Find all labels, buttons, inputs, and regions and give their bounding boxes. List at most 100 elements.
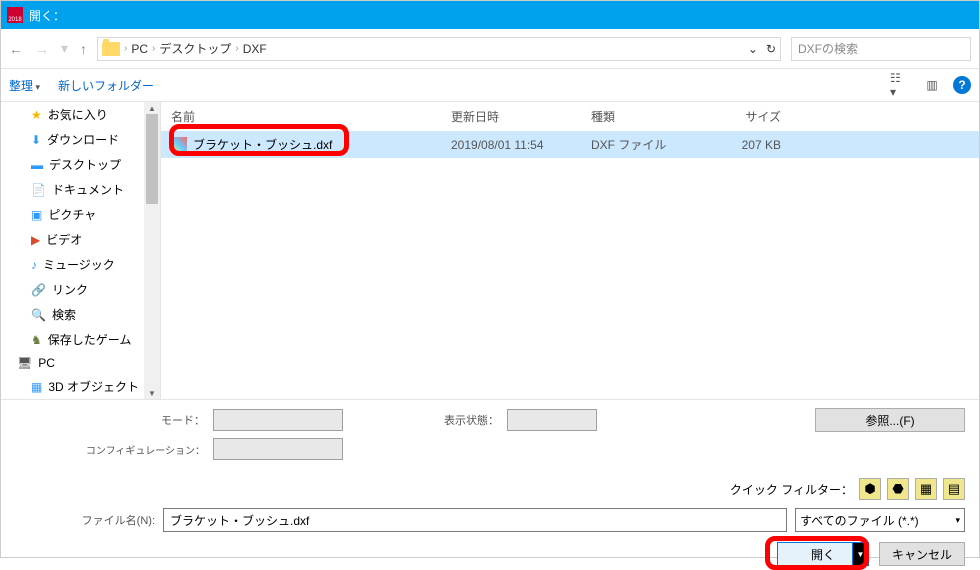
- column-headers[interactable]: 名前 更新日時 種類 サイズ: [161, 102, 979, 131]
- sidebar-item[interactable]: ▣ ピクチャ: [1, 202, 160, 227]
- search-placeholder: DXFの検索: [798, 40, 858, 57]
- nav-buttons: ← → ▾ ↑: [9, 40, 87, 57]
- chevron-right-icon: ›: [152, 43, 155, 54]
- reference-button[interactable]: 参照...(F): [815, 408, 965, 432]
- organize-button[interactable]: 整理: [9, 77, 40, 94]
- sidebar-item[interactable]: ▬ デスクトップ: [1, 152, 160, 177]
- sidebar-item[interactable]: ♪ ミュージック: [1, 252, 160, 277]
- titlebar: 2018 開く：: [1, 1, 979, 29]
- sidebar-item-label: 保存したゲーム: [48, 331, 132, 348]
- sidebar-icon: ★: [31, 108, 42, 122]
- sidebar-item-label: ダウンロード: [47, 131, 119, 148]
- window-title: 開く：: [29, 7, 65, 24]
- sidebar-item-label: お気に入り: [48, 106, 108, 123]
- chevron-down-icon[interactable]: ⌄: [748, 42, 758, 56]
- sidebar-icon: ▣: [31, 208, 42, 222]
- scroll-up-icon[interactable]: ▲: [144, 102, 160, 114]
- forward-icon[interactable]: →: [35, 41, 49, 57]
- sidebar-item[interactable]: ▶ ビデオ: [1, 227, 160, 252]
- sidebar-icon: 🔗: [31, 283, 46, 297]
- sidebar-item-label: ミュージック: [43, 256, 115, 273]
- pc-icon: 🖥: [17, 356, 32, 370]
- sidebar-item-label: 検索: [52, 306, 76, 323]
- file-row[interactable]: ブラケット・ブッシュ.dxf 2019/08/01 11:54 DXF ファイル…: [161, 131, 979, 158]
- dxf-file-icon: [171, 137, 187, 153]
- sidebar-item[interactable]: ★ お気に入り: [1, 102, 160, 127]
- refresh-icon[interactable]: ↻: [766, 42, 776, 56]
- display-state-select[interactable]: [507, 409, 597, 431]
- sidebar-item-label: PC: [38, 356, 55, 370]
- quick-filter-label: クイック フィルター：: [730, 481, 853, 498]
- sidebar-item-label: デスクトップ: [49, 156, 121, 173]
- file-type: DXF ファイル: [591, 136, 691, 153]
- sidebar-item-label: ドキュメント: [52, 181, 124, 198]
- sidebar-icon: ♞: [31, 333, 42, 347]
- filename-input[interactable]: [163, 508, 787, 532]
- sidebar-item-label: ビデオ: [46, 231, 82, 248]
- breadcrumb-part[interactable]: デスクトップ: [159, 40, 231, 57]
- sidebar-item-label: ピクチャ: [48, 206, 96, 223]
- folder-icon: [102, 42, 120, 56]
- open-dropdown-icon[interactable]: ▼: [852, 543, 868, 565]
- sidebar-scrollbar[interactable]: ▲ ▼: [144, 102, 160, 399]
- recent-dropdown-icon[interactable]: ▾: [61, 40, 68, 57]
- scrollbar-thumb[interactable]: [146, 114, 158, 204]
- chevron-right-icon: ›: [124, 43, 127, 54]
- open-button[interactable]: 開く ▼: [777, 542, 869, 566]
- chevron-right-icon: ›: [235, 43, 238, 54]
- mode-select[interactable]: [213, 409, 343, 431]
- file-size: 207 KB: [691, 138, 781, 152]
- search-input[interactable]: DXFの検索: [791, 37, 971, 61]
- quick-filter-icon-4[interactable]: ▤: [943, 478, 965, 500]
- navbar: ← → ▾ ↑ › PC › デスクトップ › DXF ⌄ ↻ DXFの検索: [1, 29, 979, 69]
- breadcrumb[interactable]: › PC › デスクトップ › DXF ⌄ ↻: [97, 37, 781, 61]
- sidebar-icon: ▶: [31, 233, 40, 247]
- toolbar: 整理 新しいフォルダー ☷ ▾ ▥ ?: [1, 69, 979, 101]
- sidebar-icon: 📄: [31, 183, 46, 197]
- sidebar: ★ お気に入り ⬇ ダウンロード ▬ デスクトップ📄 ドキュメント ▣ ピクチャ ▶ ビデオ ♪ ミュー…: [1, 102, 161, 399]
- config-select[interactable]: [213, 438, 343, 460]
- help-icon[interactable]: ?: [953, 76, 971, 94]
- new-folder-button[interactable]: 新しいフォルダー: [58, 77, 154, 94]
- bottom-panel: モード： 表示状態： 参照...(F) コンフィギュレーション： クイック フィ…: [1, 399, 979, 557]
- cancel-button[interactable]: キャンセル: [879, 542, 965, 566]
- sidebar-item[interactable]: ⬇ ダウンロード: [1, 127, 160, 152]
- sidebar-item[interactable]: 📄 ドキュメント: [1, 177, 160, 202]
- file-type-filter[interactable]: すべてのファイル (*.*) ▾: [795, 508, 965, 532]
- quick-filter-icon-2[interactable]: ⬣: [887, 478, 909, 500]
- display-state-label: 表示状態：: [419, 412, 499, 428]
- file-name: ブラケット・ブッシュ.dxf: [193, 136, 332, 153]
- sidebar-icon: 🔍: [31, 308, 46, 322]
- column-date[interactable]: 更新日時: [451, 108, 591, 125]
- quick-filter-icon-1[interactable]: ⬢: [859, 478, 881, 500]
- up-icon[interactable]: ↑: [80, 41, 87, 57]
- open-button-label: 開く: [811, 546, 835, 563]
- column-type[interactable]: 種類: [591, 108, 691, 125]
- cancel-button-label: キャンセル: [892, 546, 952, 563]
- sidebar-item-pc[interactable]: 🖥 PC: [1, 352, 160, 374]
- file-date: 2019/08/01 11:54: [451, 138, 591, 152]
- sidebar-item[interactable]: 🔍 検索: [1, 302, 160, 327]
- chevron-down-icon: ▾: [955, 515, 960, 526]
- main-area: ★ お気に入り ⬇ ダウンロード ▬ デスクトップ📄 ドキュメント ▣ ピクチャ ▶ ビデオ ♪ ミュー…: [1, 101, 979, 399]
- scroll-down-icon[interactable]: ▼: [144, 387, 160, 399]
- column-name[interactable]: 名前: [171, 108, 451, 125]
- sidebar-icon: ⬇: [31, 133, 41, 147]
- sidebar-icon: ▬: [31, 158, 43, 172]
- preview-pane-icon[interactable]: ▥: [921, 74, 943, 96]
- breadcrumb-part[interactable]: DXF: [243, 42, 267, 56]
- mode-label: モード：: [15, 412, 205, 428]
- sidebar-item[interactable]: 🔗 リンク: [1, 277, 160, 302]
- sidebar-icon: ♪: [31, 258, 37, 272]
- sidebar-item[interactable]: ♞ 保存したゲーム: [1, 327, 160, 352]
- filter-value: すべてのファイル (*.*): [800, 512, 919, 529]
- sidebar-item-label: リンク: [52, 281, 88, 298]
- breadcrumb-part[interactable]: PC: [131, 42, 148, 56]
- quick-filter-icon-3[interactable]: ▦: [915, 478, 937, 500]
- column-size[interactable]: サイズ: [691, 108, 781, 125]
- view-options-icon[interactable]: ☷ ▾: [889, 74, 911, 96]
- sidebar-icon: ▦: [31, 380, 42, 394]
- sidebar-item[interactable]: ▦ 3D オブジェクト: [1, 374, 160, 399]
- back-icon[interactable]: ←: [9, 41, 23, 57]
- sidebar-item-label: 3D オブジェクト: [48, 378, 139, 395]
